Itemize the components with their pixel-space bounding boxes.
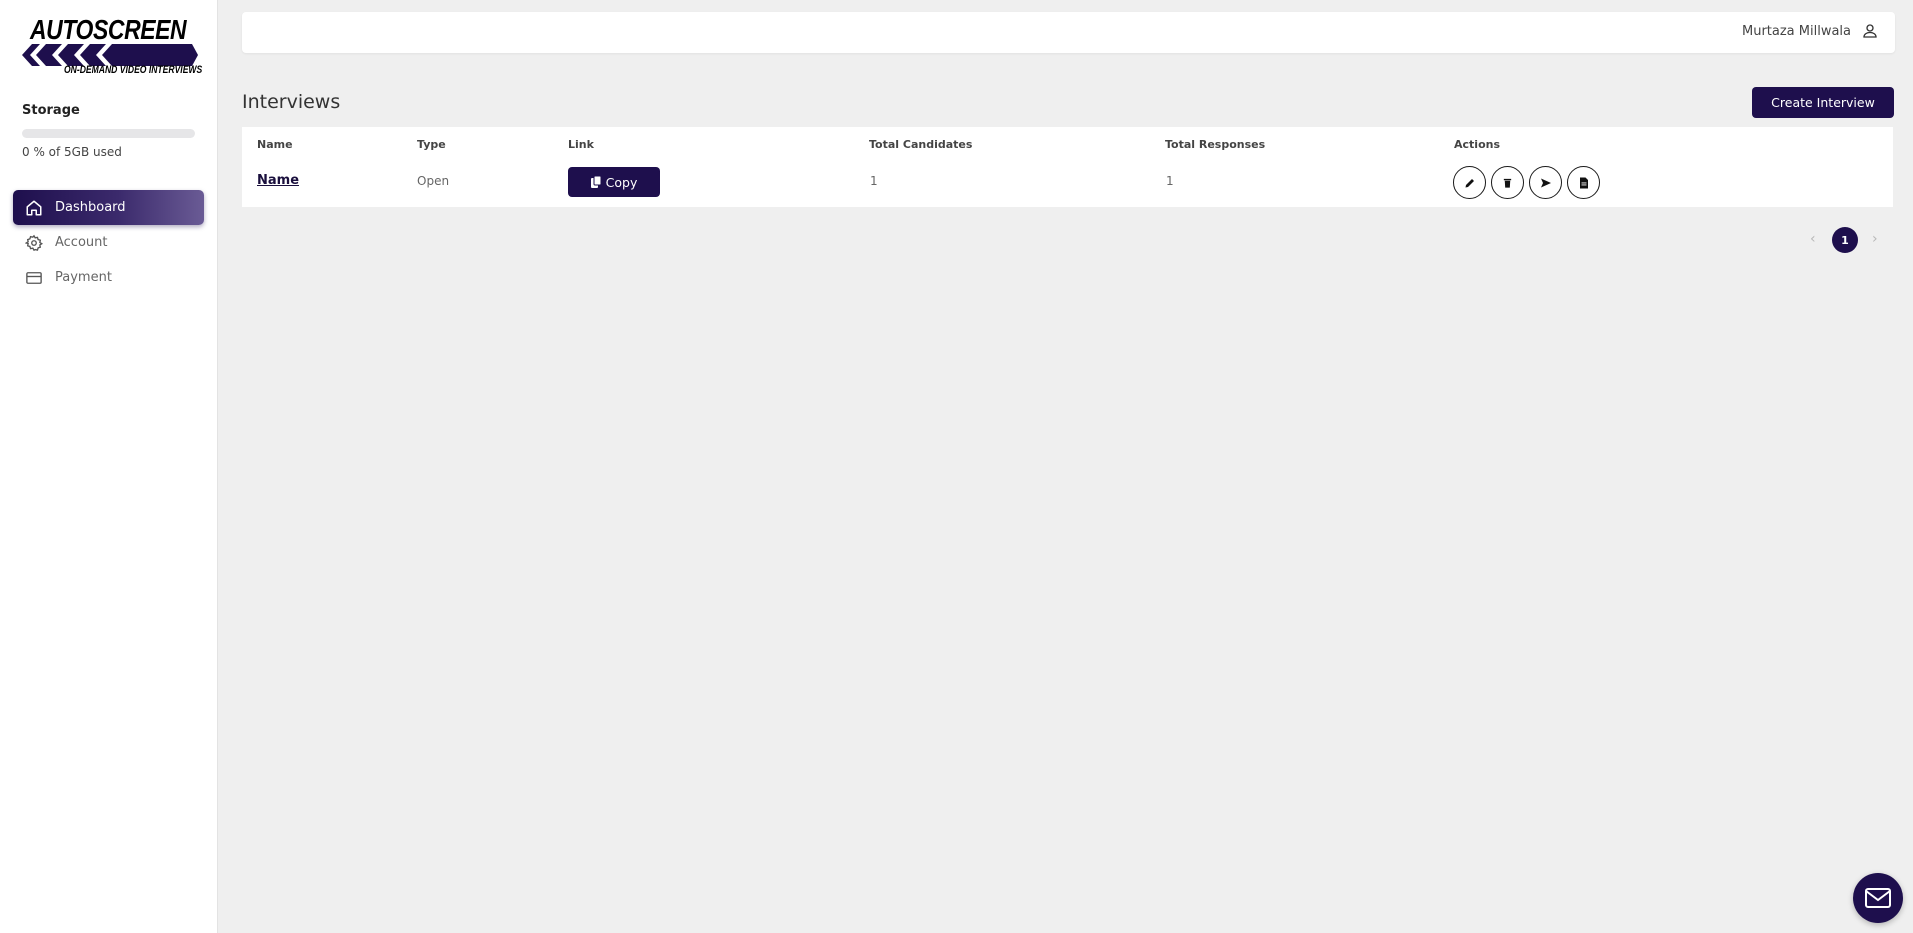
card-icon [25, 269, 43, 287]
sidebar-item-account[interactable]: Account [13, 225, 204, 260]
column-header-total-responses: Total Responses [1165, 138, 1266, 151]
send-icon [1540, 178, 1551, 187]
pagination-page-1[interactable]: 1 [1832, 227, 1858, 253]
interview-type: Open [417, 174, 450, 188]
document-icon [1579, 177, 1588, 188]
sidebar-item-label: Payment [55, 270, 112, 285]
sidebar-item-payment[interactable]: Payment [13, 260, 204, 295]
copy-label: Copy [605, 174, 638, 190]
pagination-prev[interactable]: ‹ [1810, 231, 1816, 247]
total-responses-value: 1 [1166, 174, 1174, 188]
column-header-name: Name [257, 138, 293, 151]
user-icon [1861, 22, 1879, 40]
edit-icon [1465, 178, 1474, 187]
copy-link-button[interactable]: Copy [568, 167, 660, 197]
storage-title: Storage [22, 103, 80, 118]
logo-subtitle: ON-DEMAND VIDEO INTERVIEWS [64, 64, 203, 76]
column-header-actions: Actions [1454, 138, 1500, 151]
mail-icon [1865, 888, 1891, 908]
autoscreen-logo[interactable]: AUTOSCREEN ON-DEMAND VIDEO INTERVIEWS [22, 14, 202, 78]
user-menu[interactable]: Murtaza Millwala [1742, 22, 1879, 40]
column-header-type: Type [417, 138, 446, 151]
contact-mail-button[interactable] [1853, 873, 1903, 923]
delete-icon [1503, 178, 1512, 188]
logo-chevrons-icon [22, 44, 198, 66]
edit-button[interactable] [1453, 166, 1486, 199]
document-button[interactable] [1567, 166, 1600, 199]
send-button[interactable] [1529, 166, 1562, 199]
interviews-table: Name Type Link Total Candidates Total Re… [242, 127, 1893, 207]
total-candidates-value: 1 [870, 174, 878, 188]
storage-progress-bar [22, 129, 195, 138]
create-interview-button[interactable]: Create Interview [1752, 87, 1894, 118]
storage-usage-text: 0 % of 5GB used [22, 145, 122, 159]
delete-button[interactable] [1491, 166, 1524, 199]
sidebar-item-label: Account [55, 235, 108, 250]
sidebar-item-dashboard[interactable]: Dashboard [13, 190, 204, 225]
logo-title: AUTOSCREEN [30, 14, 187, 45]
page-title: Interviews [242, 91, 341, 113]
user-name: Murtaza Millwala [1741, 23, 1851, 39]
copy-icon [590, 176, 602, 188]
sidebar: AUTOSCREEN ON-DEMAND VIDEO INTERVIEWS St… [0, 0, 218, 933]
top-bar: Murtaza Millwala [242, 12, 1895, 53]
column-header-link: Link [568, 138, 594, 151]
gear-icon [25, 234, 43, 252]
interview-name-link[interactable]: Name [257, 173, 299, 188]
pagination-next[interactable]: › [1872, 231, 1878, 247]
sidebar-item-label: Dashboard [55, 200, 126, 215]
column-header-total-candidates: Total Candidates [869, 138, 973, 151]
home-icon [25, 199, 43, 217]
